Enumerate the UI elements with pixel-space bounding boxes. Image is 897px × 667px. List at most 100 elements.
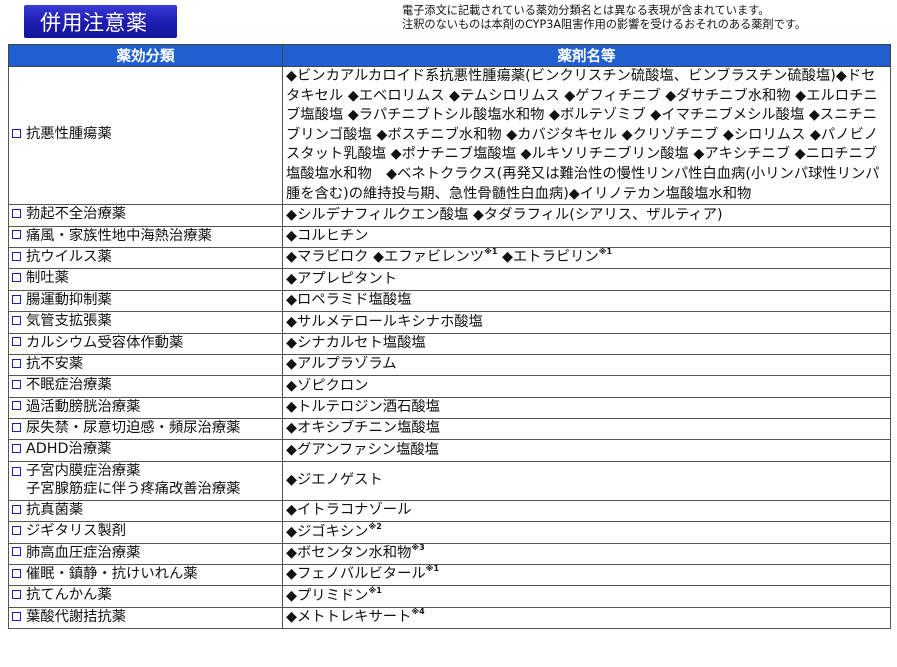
- checkbox-icon: [12, 273, 21, 283]
- section-title: 併用注意薬: [24, 5, 177, 38]
- category-cell: 子宮内膜症治療薬 子宮腺筋症に伴う疼痛改善治療薬: [8, 460, 283, 501]
- drugs-cell: ◆ジゴキシン※2: [282, 521, 891, 544]
- checkbox-icon: [12, 611, 21, 621]
- drug-names: ◆オキシブチニン塩酸塩: [286, 420, 440, 437]
- drugs-cell: ◆ゾピクロン: [282, 375, 891, 398]
- table-row: 勃起不全治療薬 ◆シルデナフィルクエン酸塩 ◆タダラフィル(シアリス、ザルティア): [8, 204, 891, 227]
- footnote-mark: ※1: [368, 585, 382, 595]
- checkbox-icon: [12, 504, 21, 514]
- drug-names: ◆ロペラミド塩酸塩: [286, 292, 412, 309]
- drugs-cell: ◆ビンカアルカロイド系抗悪性腫瘍薬(ビンクリスチン硫酸塩、ビンブラスチン硫酸塩)…: [282, 65, 891, 206]
- drug-names: ◆コルヒチン: [286, 227, 369, 244]
- note-line-2: 注釈のないものは本剤のCYP3A阻害作用の影響を受けるおそれのある薬剤です。: [402, 18, 807, 31]
- category-label: 過活動膀胱治療薬: [26, 398, 141, 415]
- drugs-cell: ◆シナカルセト塩酸塩: [282, 332, 891, 355]
- footnote-mark: ※3: [411, 543, 425, 553]
- drug-names: ◆ジエノゲスト: [286, 472, 383, 489]
- checkbox-icon: [12, 590, 21, 600]
- checkbox-icon: [12, 230, 21, 240]
- category-cell: 抗てんかん薬: [8, 585, 283, 608]
- drug-names: ◆シルデナフィルクエン酸塩 ◆タダラフィル(シアリス、ザルティア): [286, 206, 723, 223]
- table-row: 制吐薬 ◆アプレピタント: [8, 268, 891, 291]
- category-cell: ジギタリス製剤: [8, 521, 283, 544]
- category-label: 抗ウイルス薬: [26, 248, 112, 265]
- checkbox-icon: [12, 547, 21, 557]
- table-row: 抗てんかん薬 ◆プリミドン※1: [8, 585, 891, 608]
- table-header-row: 薬効分類 薬剤名等: [8, 44, 891, 67]
- table-row: ADHD治療薬 ◆グアンファシン塩酸塩: [8, 439, 891, 462]
- category-cell: 制吐薬: [8, 268, 283, 291]
- drug-interaction-table: 薬効分類 薬剤名等 抗悪性腫瘍薬 ◆ビンカアルカロイド系抗悪性腫瘍薬(ビンクリスチ…: [8, 44, 891, 630]
- table-row: 抗悪性腫瘍薬 ◆ビンカアルカロイド系抗悪性腫瘍薬(ビンクリスチン硫酸塩、ビンブラス…: [8, 65, 891, 206]
- table-row: 過活動膀胱治療薬 ◆トルテロジン酒石酸塩: [8, 396, 891, 420]
- category-label: 痛風・家族性地中海熱治療薬: [26, 227, 212, 244]
- category-cell: 葉酸代謝拮抗薬: [8, 606, 283, 630]
- checkbox-icon: [12, 315, 21, 325]
- drug-names: ◆トルテロジン酒石酸塩: [286, 399, 440, 416]
- drug-names: ◆フェノバルビタール: [286, 566, 426, 583]
- table-row: カルシウム受容体作動薬 ◆シナカルセト塩酸塩: [8, 332, 891, 355]
- category-cell: 気管支拡張薬: [8, 311, 283, 334]
- header-category: 薬効分類: [8, 44, 283, 67]
- drug-names: ◆シナカルセト塩酸塩: [286, 334, 426, 351]
- drugs-cell: ◆ロペラミド塩酸塩: [282, 289, 891, 313]
- category-cell: 腸運動抑制薬: [8, 289, 283, 313]
- checkbox-icon: [12, 401, 21, 411]
- table-row: 尿失禁・尿意切迫感・頻尿治療薬 ◆オキシブチニン塩酸塩: [8, 418, 891, 441]
- category-label: 不眠症治療薬: [26, 377, 112, 394]
- drugs-cell: ◆グアンファシン塩酸塩: [282, 439, 891, 462]
- checkbox-icon: [12, 444, 21, 454]
- category-cell: 尿失禁・尿意切迫感・頻尿治療薬: [8, 418, 283, 441]
- drugs-cell: ◆オキシブチニン塩酸塩: [282, 418, 891, 441]
- checkbox-icon: [12, 208, 21, 218]
- drugs-cell: ◆ジエノゲスト: [282, 460, 891, 501]
- drug-names: ◆ボセンタン水和物: [286, 545, 412, 562]
- category-cell: 抗真菌薬: [8, 499, 283, 523]
- category-label: 制吐薬: [26, 270, 69, 287]
- category-cell: 肺高血圧症治療薬: [8, 542, 283, 566]
- drugs-cell: ◆イトラコナゾール: [282, 499, 891, 523]
- checkbox-icon: [12, 466, 21, 476]
- checkbox-icon: [12, 337, 21, 347]
- header-drugs: 薬剤名等: [282, 44, 891, 67]
- checkbox-icon: [12, 422, 21, 432]
- drug-names: ◆ゾピクロン: [286, 377, 369, 394]
- table-row: 腸運動抑制薬 ◆ロペラミド塩酸塩: [8, 289, 891, 313]
- drugs-cell: ◆コルヒチン: [282, 225, 891, 248]
- drug-names: ◆イトラコナゾール: [286, 502, 412, 519]
- category-label: 勃起不全治療薬: [26, 206, 127, 223]
- table-row: 気管支拡張薬 ◆サルメテロールキシナホ酸塩: [8, 311, 891, 334]
- table-row: 催眠・鎮静・抗けいれん薬 ◆フェノバルビタール※1: [8, 564, 891, 587]
- category-label: 抗悪性腫瘍薬: [26, 126, 112, 143]
- category-label: 腸運動抑制薬: [26, 291, 112, 308]
- table-row: 痛風・家族性地中海熱治療薬 ◆コルヒチン: [8, 225, 891, 248]
- drug-names: ◆ジゴキシン: [286, 523, 369, 540]
- drugs-cell: ◆サルメテロールキシナホ酸塩: [282, 311, 891, 334]
- category-cell: 抗悪性腫瘍薬: [8, 65, 283, 206]
- drug-names: ◆ビンカアルカロイド系抗悪性腫瘍薬(ビンクリスチン硫酸塩、ビンブラスチン硫酸塩)…: [286, 68, 880, 202]
- table-row: 抗不安薬 ◆アルプラゾラム: [8, 353, 891, 377]
- table-row: 抗ウイルス薬 ◆マラビロク ◆エファビレンツ※1 ◆エトラビリン※1: [8, 246, 891, 270]
- drugs-cell: ◆アルプラゾラム: [282, 353, 891, 377]
- drug-names: ◆エトラビリン: [497, 249, 599, 266]
- category-cell: カルシウム受容体作動薬: [8, 332, 283, 355]
- category-label: 子宮内膜症治療薬: [26, 462, 141, 479]
- category-label: 抗不安薬: [26, 355, 84, 372]
- drug-names: ◆プリミドン: [286, 587, 369, 604]
- drug-names: ◆サルメテロールキシナホ酸塩: [286, 313, 483, 330]
- category-label: ADHD治療薬: [26, 441, 112, 458]
- table-row: 肺高血圧症治療薬 ◆ボセンタン水和物※3: [8, 542, 891, 566]
- category-cell: 勃起不全治療薬: [8, 204, 283, 227]
- drug-names: ◆グアンファシン塩酸塩: [286, 441, 439, 458]
- footnote-mark: ※1: [425, 564, 440, 574]
- category-label: 抗てんかん薬: [26, 587, 112, 604]
- table-row: ジギタリス製剤 ◆ジゴキシン※2: [8, 521, 891, 544]
- drugs-cell: ◆プリミドン※1: [282, 585, 891, 608]
- drugs-cell: ◆メトトレキサート※4: [282, 606, 891, 630]
- category-label: 肺高血圧症治療薬: [26, 544, 141, 561]
- footnote-mark: ※4: [411, 607, 425, 617]
- category-label: 尿失禁・尿意切迫感・頻尿治療薬: [26, 420, 241, 437]
- table-row: 抗真菌薬 ◆イトラコナゾール: [8, 499, 891, 523]
- drugs-cell: ◆ボセンタン水和物※3: [282, 542, 891, 566]
- checkbox-icon: [12, 251, 21, 261]
